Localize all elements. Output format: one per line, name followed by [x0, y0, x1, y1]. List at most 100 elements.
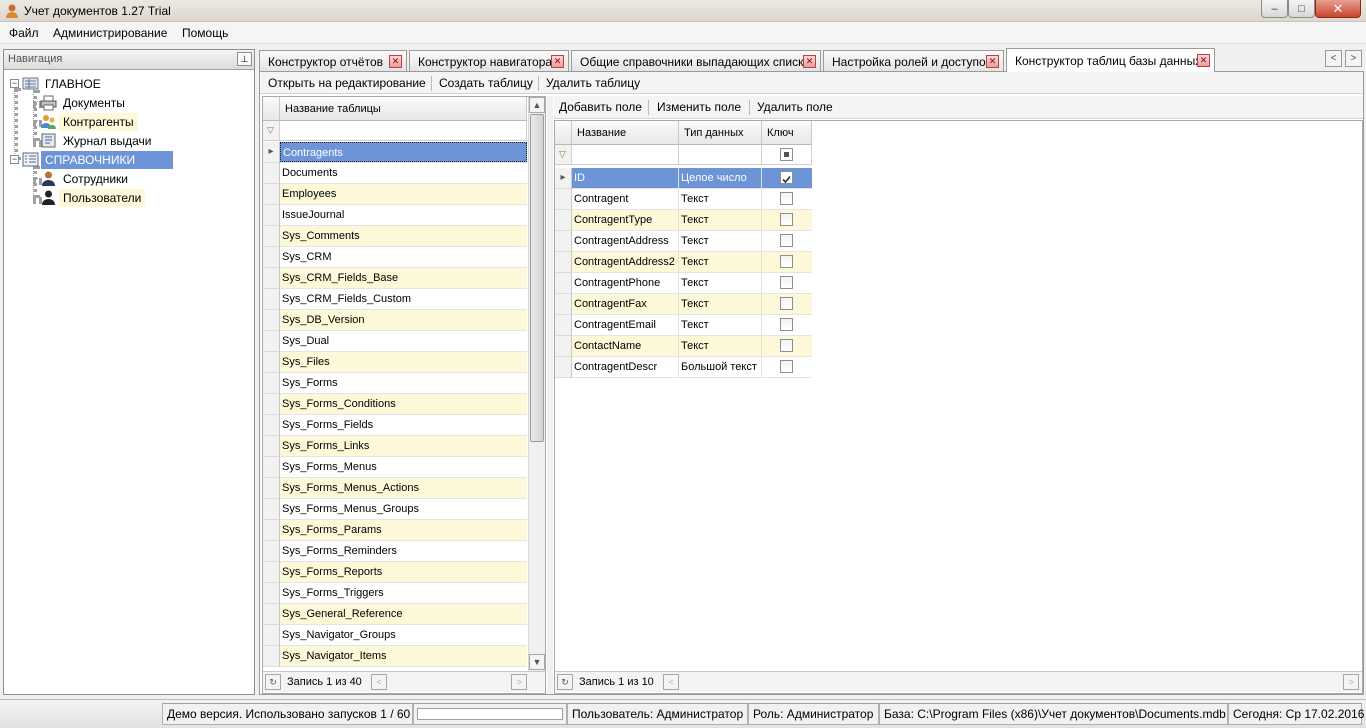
table-row[interactable]: Sys_Forms_Menus_Actions	[263, 478, 527, 499]
maximize-button[interactable]: □	[1288, 0, 1315, 18]
table-row[interactable]: Employees	[263, 184, 527, 205]
row-indicator[interactable]	[263, 625, 280, 646]
tab-report-designer[interactable]: Конструктор отчётов ✕	[259, 50, 407, 72]
table-row[interactable]: Sys_General_Reference	[263, 604, 527, 625]
table-name-cell[interactable]: Sys_Forms_Triggers	[280, 583, 527, 603]
field-name-cell[interactable]: ContragentDescr	[572, 357, 679, 377]
tab-scroll-left-icon[interactable]: <	[1325, 50, 1342, 67]
row-indicator[interactable]	[263, 394, 280, 415]
tree-item-users[interactable]: Пользователи	[40, 188, 146, 207]
field-name-cell[interactable]: ContragentEmail	[572, 315, 679, 335]
row-indicator[interactable]	[263, 184, 280, 205]
table-row[interactable]: Sys_Forms_Reports	[263, 562, 527, 583]
field-type-cell[interactable]: Текст	[679, 315, 762, 335]
table-row[interactable]: Documents	[263, 163, 527, 184]
row-indicator[interactable]	[555, 189, 572, 210]
row-indicator[interactable]	[555, 315, 572, 336]
delete-field-button[interactable]: Удалить поле	[757, 99, 833, 115]
close-tab-icon[interactable]: ✕	[551, 55, 564, 68]
field-type-cell[interactable]: Текст	[679, 273, 762, 293]
row-indicator[interactable]	[263, 352, 280, 373]
close-tab-icon[interactable]: ✕	[803, 55, 816, 68]
row-indicator[interactable]	[263, 646, 280, 667]
field-name-cell[interactable]: ContragentFax	[572, 294, 679, 314]
field-name-cell[interactable]: ContragentAddress	[572, 231, 679, 251]
row-indicator[interactable]	[555, 357, 572, 378]
prev-record-icon[interactable]: <	[663, 674, 679, 690]
table-name-cell[interactable]: Sys_Forms_Conditions	[280, 394, 527, 414]
table-row[interactable]: Sys_Comments	[263, 226, 527, 247]
table-row[interactable]: Sys_Forms_Fields	[263, 415, 527, 436]
pin-icon[interactable]: ⊥	[237, 52, 252, 66]
row-indicator[interactable]	[263, 226, 280, 247]
table-row[interactable]: Sys_CRM	[263, 247, 527, 268]
field-type-cell[interactable]: Текст	[679, 336, 762, 356]
row-indicator[interactable]	[263, 373, 280, 394]
tab-roles-access[interactable]: Настройка ролей и доступов ✕	[823, 50, 1004, 72]
tree-item-employees[interactable]: Сотрудники	[40, 169, 132, 188]
tab-db-table-designer[interactable]: Конструктор таблиц базы данных ✕	[1006, 48, 1215, 72]
tab-navigator-designer[interactable]: Конструктор навигатора ✕	[409, 50, 569, 72]
checkbox-icon[interactable]	[780, 192, 793, 205]
key-filter[interactable]	[762, 145, 812, 165]
field-key-cell[interactable]	[762, 189, 812, 209]
table-name-cell[interactable]: Contragents	[280, 142, 527, 162]
field-key-cell[interactable]	[762, 168, 812, 188]
table-row[interactable]: IssueJournal	[263, 205, 527, 226]
tree-item-contragents[interactable]: Контрагенты	[40, 112, 138, 131]
tab-scroll-right-icon[interactable]: >	[1345, 50, 1362, 67]
scroll-thumb[interactable]	[530, 114, 544, 442]
menu-administration[interactable]: Администрирование	[53, 25, 167, 41]
checkbox-icon[interactable]	[780, 255, 793, 268]
row-indicator[interactable]	[263, 457, 280, 478]
edit-field-button[interactable]: Изменить поле	[657, 99, 741, 115]
row-indicator[interactable]	[263, 583, 280, 604]
tree-item-documents[interactable]: Документы	[40, 93, 129, 112]
checkbox-icon[interactable]	[780, 213, 793, 226]
table-row[interactable]: Sys_Forms_Menus	[263, 457, 527, 478]
row-indicator[interactable]	[263, 205, 280, 226]
table-name-cell[interactable]: Sys_Forms_Reports	[280, 562, 527, 582]
table-row[interactable]: Sys_Files	[263, 352, 527, 373]
menu-file[interactable]: Файл	[9, 25, 39, 41]
table-row[interactable]: Sys_Forms_Conditions	[263, 394, 527, 415]
row-indicator[interactable]	[263, 163, 280, 184]
field-type-cell[interactable]: Текст	[679, 189, 762, 209]
tab-dropdown-references[interactable]: Общие справочники выпадающих списков ✕	[571, 50, 821, 72]
data-type-filter-input[interactable]	[679, 145, 762, 165]
table-name-cell[interactable]: Sys_Navigator_Items	[280, 646, 527, 666]
row-indicator[interactable]	[263, 562, 280, 583]
row-indicator[interactable]	[555, 273, 572, 294]
field-row[interactable]: ContragentPhone Текст	[555, 273, 812, 294]
field-type-cell[interactable]: Большой текст	[679, 357, 762, 377]
table-name-filter-input[interactable]	[280, 121, 527, 141]
row-indicator[interactable]	[263, 310, 280, 331]
field-key-cell[interactable]	[762, 315, 812, 335]
table-row[interactable]: Sys_Forms_Triggers	[263, 583, 527, 604]
tree-group-spravochniki[interactable]: СПРАВОЧНИКИ	[22, 150, 173, 169]
add-field-button[interactable]: Добавить поле	[559, 99, 642, 115]
table-name-cell[interactable]: Sys_Forms_Params	[280, 520, 527, 540]
table-name-cell[interactable]: Sys_DB_Version	[280, 310, 527, 330]
scroll-down-icon[interactable]: ▼	[529, 654, 545, 670]
field-key-cell[interactable]	[762, 294, 812, 314]
row-indicator[interactable]	[263, 268, 280, 289]
table-row[interactable]: Sys_CRM_Fields_Custom	[263, 289, 527, 310]
tree-group-glavnoe[interactable]: ГЛАВНОЕ	[22, 74, 105, 93]
checkbox-icon[interactable]	[780, 339, 793, 352]
table-name-cell[interactable]: Sys_Forms_Menus_Actions	[280, 478, 527, 498]
create-table-button[interactable]: Создать таблицу	[439, 75, 533, 91]
expand-spravochniki-icon[interactable]: −	[10, 155, 19, 164]
row-indicator[interactable]	[555, 336, 572, 357]
checkbox-icon[interactable]	[780, 276, 793, 289]
field-row[interactable]: ContragentAddress2 Текст	[555, 252, 812, 273]
field-key-cell[interactable]	[762, 210, 812, 230]
table-name-cell[interactable]: Sys_Dual	[280, 331, 527, 351]
table-name-cell[interactable]: Sys_Files	[280, 352, 527, 372]
row-indicator[interactable]	[263, 604, 280, 625]
close-tab-icon[interactable]: ✕	[986, 55, 999, 68]
table-row[interactable]: Sys_DB_Version	[263, 310, 527, 331]
next-record-icon[interactable]: >	[511, 674, 527, 690]
menu-help[interactable]: Помощь	[182, 25, 228, 41]
table-row[interactable]: Sys_Dual	[263, 331, 527, 352]
